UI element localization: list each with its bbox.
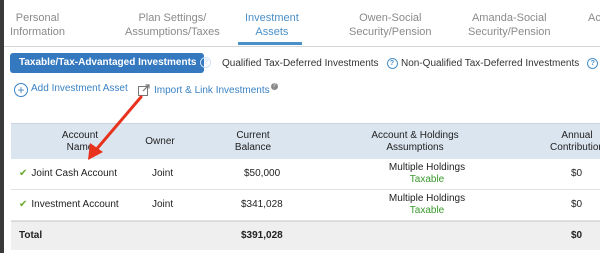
active-tab-indicator	[238, 42, 302, 45]
total-label: Total	[19, 230, 43, 241]
checkmark-icon: ✔	[19, 199, 28, 210]
balance-cell: $341,028	[241, 199, 283, 210]
tax-status: Taxable	[409, 205, 445, 216]
col-header-annual-contribution[interactable]: Annual Contribution	[547, 130, 600, 154]
tab-label: Ac	[588, 12, 600, 24]
help-icon[interactable]: ?	[386, 58, 398, 69]
col-header-assumptions[interactable]: Account & Holdings Assumptions	[365, 130, 465, 154]
total-row: Total $391,028 $0	[11, 221, 600, 250]
col-header-account-name[interactable]: Account Name	[49, 130, 111, 154]
owner-cell: Joint	[152, 168, 174, 179]
tab-plan-settings[interactable]: Plan Settings/ Assumptions/Taxes	[125, 11, 220, 39]
tax-status: Taxable	[409, 174, 445, 185]
help-icon[interactable]: ?	[200, 57, 212, 68]
table-row[interactable]: ✔ Joint Cash Account Joint $50,000 Multip…	[11, 159, 600, 190]
subtab-label: Taxable/Tax-Advantaged Investments	[19, 57, 197, 68]
total-balance: $391,028	[241, 230, 283, 241]
annual-contribution-cell: $0	[571, 168, 583, 179]
account-name-cell[interactable]: ✔ Joint Cash Account	[19, 168, 117, 180]
tab-more[interactable]: Ac	[588, 11, 600, 25]
holdings-label: Multiple Holdings	[388, 162, 466, 173]
tab-label: Amanda-Social Security/Pension	[468, 12, 551, 38]
subtab-taxable-investments[interactable]: Taxable/Tax-Advantaged Investments?	[10, 53, 212, 73]
holdings-cell[interactable]: Multiple Holdings Taxable	[377, 193, 477, 217]
help-badge-icon[interactable]: ?	[270, 83, 278, 90]
subtab-label: Qualified Tax-Deferred Investments	[222, 58, 379, 69]
tab-amanda-social-security[interactable]: Amanda-Social Security/Pension	[468, 11, 551, 39]
help-icon[interactable]: ?	[587, 58, 599, 69]
owner-cell: Joint	[152, 199, 174, 210]
tab-label: Investment Assets	[245, 12, 299, 38]
balance-cell: $50,000	[244, 168, 281, 179]
add-investment-asset-link[interactable]: + Add Investment Asset	[14, 83, 128, 97]
import-label: Import & Link Investments	[154, 85, 270, 96]
subtab-label: Non-Qualified Tax-Deferred Investments	[401, 58, 580, 69]
holdings-cell[interactable]: Multiple Holdings Taxable	[377, 162, 477, 186]
import-link-icon	[138, 84, 150, 96]
table-header: Account Name Owner Current Balance Accou…	[11, 123, 600, 160]
checkmark-icon: ✔	[19, 168, 28, 179]
plus-circle-icon: +	[14, 83, 28, 97]
top-tab-bar: Personal Information Plan Settings/ Assu…	[4, 0, 600, 47]
add-asset-label: Add Investment Asset	[31, 83, 128, 94]
col-header-owner[interactable]: Owner	[139, 136, 181, 148]
tab-label: Plan Settings/ Assumptions/Taxes	[125, 12, 220, 38]
subtab-qualified-investments[interactable]: Qualified Tax-Deferred Investments?	[222, 58, 398, 69]
import-link-investments-link[interactable]: Import & Link Investments?	[137, 83, 278, 97]
total-annual-contribution: $0	[571, 230, 583, 241]
col-header-current-balance[interactable]: Current Balance	[227, 130, 279, 154]
tab-owen-social-security[interactable]: Owen-Social Security/Pension	[349, 11, 432, 39]
table-row[interactable]: ✔ Investment Account Joint $341,028 Multi…	[11, 190, 600, 221]
tab-label: Owen-Social Security/Pension	[349, 12, 432, 38]
holdings-label: Multiple Holdings	[388, 193, 466, 204]
tab-personal-information[interactable]: Personal Information	[10, 11, 65, 39]
account-name-cell[interactable]: ✔ Investment Account	[19, 199, 119, 211]
tab-investment-assets[interactable]: Investment Assets	[245, 11, 299, 39]
subtab-nonqualified-investments[interactable]: Non-Qualified Tax-Deferred Investments?	[401, 58, 599, 69]
annual-contribution-cell: $0	[571, 199, 583, 210]
tab-label: Personal Information	[10, 12, 66, 38]
